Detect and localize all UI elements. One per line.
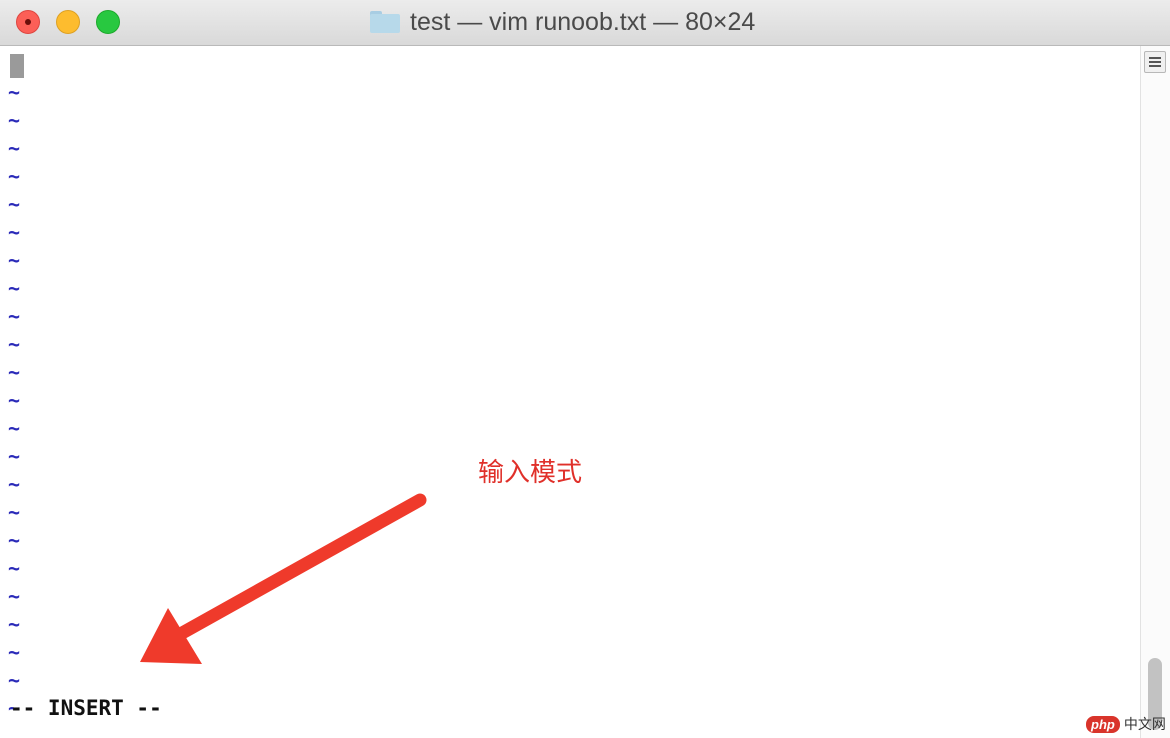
window-title: test — vim runoob.txt — 80×24 xyxy=(410,7,756,36)
empty-line-marker: ~ xyxy=(8,584,21,608)
empty-line-marker: ~ xyxy=(8,332,21,356)
empty-line-marker: ~ xyxy=(8,304,21,328)
close-button[interactable] xyxy=(16,10,40,34)
empty-line-marker: ~ xyxy=(8,640,21,664)
terminal-content[interactable]: ~ ~ ~ ~ ~ ~ ~ ~ ~ ~ ~ ~ ~ ~ ~ ~ ~ ~ ~ ~ ~ ~ ~ -- INSERT -- xyxy=(0,46,1140,738)
close-dot-icon xyxy=(25,19,31,25)
maximize-button[interactable] xyxy=(96,10,120,34)
empty-line-marker: ~ xyxy=(8,80,21,104)
text-cursor xyxy=(10,54,24,78)
vertical-scrollbar[interactable] xyxy=(1140,46,1170,738)
empty-line-marker: ~ xyxy=(8,416,21,440)
empty-line-marker: ~ xyxy=(8,136,21,160)
empty-line-marker: ~ xyxy=(8,220,21,244)
terminal-window: test — vim runoob.txt — 80×24 ~ ~ ~ ~ ~ ~ ~ ~ ~ ~… xyxy=(0,0,1170,738)
empty-line-marker: ~ xyxy=(8,192,21,216)
watermark-logo: php xyxy=(1086,715,1120,733)
empty-line-marker: ~ xyxy=(8,500,21,524)
minimize-button[interactable] xyxy=(56,10,80,34)
title-bar[interactable]: test — vim runoob.txt — 80×24 xyxy=(0,0,1170,46)
watermark-text: 中文网 xyxy=(1123,717,1166,733)
empty-line-marker: ~ xyxy=(8,108,21,132)
empty-line-marker: ~ xyxy=(8,556,21,580)
empty-line-marker: ~ xyxy=(8,388,21,412)
input-mode-annotation: 输入模式 xyxy=(478,458,583,488)
vim-mode-status: -- INSERT -- xyxy=(10,696,162,720)
empty-line-marker: ~ xyxy=(8,276,21,300)
empty-line-marker: ~ xyxy=(8,668,21,692)
empty-line-marker: ~ xyxy=(8,528,21,552)
empty-line-marker: ~ xyxy=(8,164,21,188)
split-pane-icon[interactable] xyxy=(1144,51,1166,73)
empty-line-marker: ~ xyxy=(8,472,21,496)
empty-line-marker: ~ xyxy=(8,360,21,384)
empty-line-markers: ~ ~ ~ ~ ~ ~ ~ ~ ~ ~ ~ ~ ~ ~ ~ ~ ~ ~ ~ ~ ~ ~ ~ xyxy=(8,78,20,722)
watermark: php 中文网 xyxy=(1086,712,1166,736)
empty-line-marker: ~ xyxy=(8,444,21,468)
folder-icon xyxy=(370,11,400,33)
empty-line-marker: ~ xyxy=(8,248,21,272)
window-title-group: test — vim runoob.txt — 80×24 xyxy=(370,6,755,38)
empty-line-marker: ~ xyxy=(8,612,21,636)
